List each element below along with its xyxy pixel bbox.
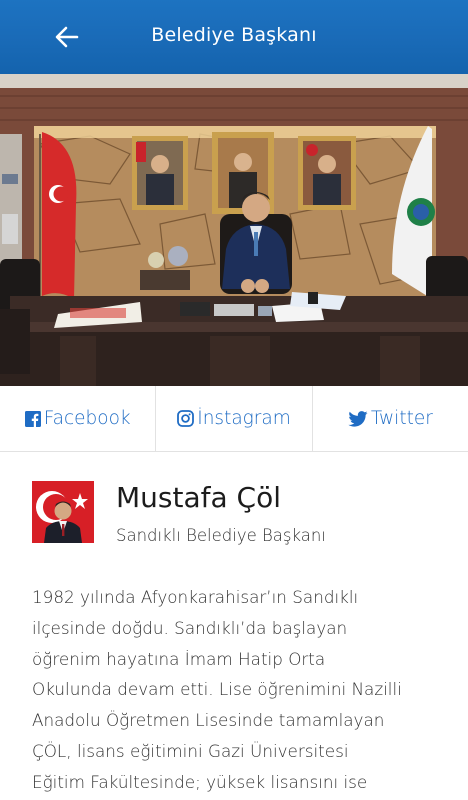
mayor-role: Sandıklı Belediye Başkanı bbox=[116, 526, 326, 545]
app-header: Belediye Başkanı bbox=[0, 0, 468, 74]
mayor-profile: Mustafa Çöl Sandıklı Belediye Başkanı bbox=[32, 481, 452, 545]
bio-line: ilçesinde doğdu. Sandıklı’da başlayan bbox=[32, 617, 348, 638]
instagram-link[interactable]: İnstagram bbox=[155, 386, 311, 451]
bio-line: ÇÖL, lisans eğitimini Gazi Üniversitesi bbox=[32, 740, 349, 761]
twitter-label: Twitter bbox=[370, 408, 433, 429]
mayor-name: Mustafa Çöl bbox=[116, 481, 282, 514]
facebook-link[interactable]: Facebook bbox=[0, 386, 155, 451]
avatar bbox=[32, 481, 94, 543]
mayor-office-photo bbox=[0, 74, 468, 386]
bio-line: 1982 yılında Afyonkarahisar’ın Sandıklı bbox=[32, 587, 359, 607]
twitter-icon bbox=[348, 410, 368, 427]
instagram-icon bbox=[177, 410, 195, 427]
twitter-link[interactable]: Twitter bbox=[311, 386, 468, 451]
social-links-bar: Facebook İnstagram Twitter bbox=[0, 386, 468, 452]
bio-line: Okulunda devam etti. Lise öğrenimini Naz… bbox=[32, 679, 402, 700]
facebook-label: Facebook bbox=[43, 408, 131, 429]
bio-line: öğrenim hayatına İmam Hatip Orta bbox=[32, 648, 326, 669]
instagram-label: İnstagram bbox=[197, 408, 291, 429]
bio-line: Anadolu Öğretmen Lisesinde tamamlayan bbox=[32, 710, 385, 731]
biography-text: 1982 yılında Afyonkarahisar’ın Sandıklı … bbox=[32, 582, 452, 798]
bio-line: Eğitim Fakültesinde; yüksek lisansını is… bbox=[32, 771, 368, 792]
facebook-icon bbox=[24, 410, 41, 427]
page-title: Belediye Başkanı bbox=[151, 24, 317, 46]
